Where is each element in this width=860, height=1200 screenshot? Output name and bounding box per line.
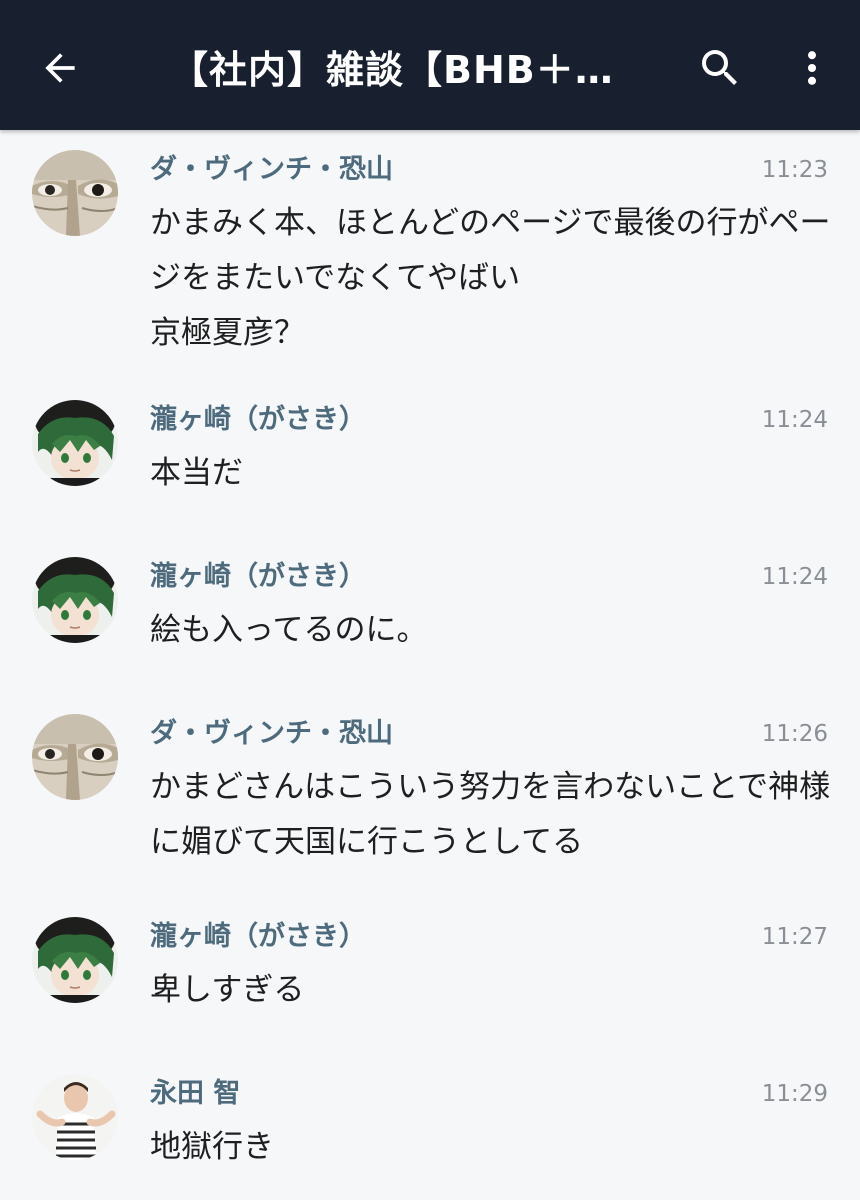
search-button[interactable] — [688, 36, 752, 100]
green-hair-character-avatar-icon — [32, 400, 118, 486]
avatar[interactable] — [32, 150, 118, 236]
sender-name[interactable]: ダ・ヴィンチ・恐山 — [150, 152, 393, 188]
avatar[interactable] — [32, 400, 118, 486]
message-text: 絵も入ってるのに。 — [150, 612, 428, 648]
message-item: 瀧ヶ崎（がさき） 11:27 卑しすぎる — [0, 897, 860, 1054]
green-hair-character-avatar-icon — [32, 557, 118, 643]
more-vertical-icon — [807, 51, 817, 85]
app-bar: 【社内】雑談【BHB＋バ… — [0, 0, 860, 130]
avatar[interactable] — [32, 917, 118, 1003]
back-arrow-icon — [45, 53, 75, 83]
message-text: 卑しすぎる — [150, 972, 305, 1008]
message-text: 本当だ — [150, 455, 243, 491]
message-text: かまどさんはこういう努力を言わないことで神様 に媚びて天国に行こうとしてる — [150, 769, 831, 860]
sender-name[interactable]: 瀧ヶ崎（がさき） — [150, 559, 366, 595]
avatar[interactable] — [32, 557, 118, 643]
green-hair-character-avatar-icon — [32, 917, 118, 1003]
sender-name[interactable]: 永田 智 — [150, 1076, 240, 1112]
message-text: かまみく本、ほとんどのページで最後の行がペー ジをまたいでなくてやばい 京極夏彦… — [150, 205, 831, 351]
message-item: ダ・ヴィンチ・恐山 11:26 かまどさんはこういう努力を言わないことで神様 に… — [0, 694, 860, 897]
more-options-button[interactable] — [780, 36, 844, 100]
search-icon — [702, 50, 737, 85]
eyes-photo-avatar-icon — [32, 714, 118, 800]
message-time: 11:27 — [761, 924, 828, 950]
eyes-photo-avatar-icon — [32, 150, 118, 236]
avatar[interactable] — [32, 714, 118, 800]
message-time: 11:24 — [761, 407, 828, 433]
sender-name[interactable]: 瀧ヶ崎（がさき） — [150, 919, 366, 955]
message-time: 11:23 — [761, 157, 828, 183]
message-item: 瀧ヶ崎（がさき） 11:24 絵も入ってるのに。 — [0, 537, 860, 694]
message-time: 11:24 — [761, 564, 828, 590]
message-item: ダ・ヴィンチ・恐山 11:23 かまみく本、ほとんどのページで最後の行がペー ジ… — [0, 130, 860, 380]
sender-name[interactable]: ダ・ヴィンチ・恐山 — [150, 716, 393, 752]
message-list: ダ・ヴィンチ・恐山 11:23 かまみく本、ほとんどのページで最後の行がペー ジ… — [0, 130, 860, 1200]
message-time: 11:26 — [761, 721, 828, 747]
person-photo-avatar-icon — [32, 1074, 118, 1160]
message-item: 瀧ヶ崎（がさき） 11:24 本当だ — [0, 380, 860, 537]
avatar[interactable] — [32, 1074, 118, 1160]
back-button[interactable] — [28, 36, 92, 100]
sender-name[interactable]: 瀧ヶ崎（がさき） — [150, 402, 366, 438]
chat-title: 【社内】雑談【BHB＋バ… — [170, 48, 650, 92]
message-text: 地獄行き — [150, 1129, 274, 1165]
message-item: 永田 智 11:29 地獄行き — [0, 1054, 860, 1200]
message-time: 11:29 — [761, 1081, 828, 1107]
